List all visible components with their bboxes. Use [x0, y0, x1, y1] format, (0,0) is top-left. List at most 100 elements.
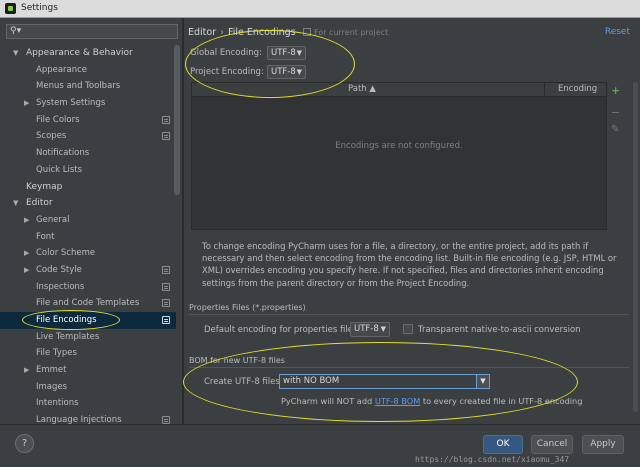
sidebar-item-file-code-templates[interactable]: File and Code Templates	[0, 295, 176, 312]
global-encoding-label: Global Encoding:	[190, 48, 262, 58]
transparent-native-ascii-label: Transparent native-to-ascii conversion	[418, 325, 581, 335]
expand-arrow-icon[interactable]: ▶	[24, 362, 29, 379]
content-scrollbar[interactable]	[633, 82, 638, 412]
bom-group-title: BOM for new UTF-8 files	[189, 356, 285, 365]
apply-button[interactable]: Apply	[582, 435, 624, 454]
group-divider	[189, 367, 629, 368]
window-title: Settings	[21, 3, 58, 13]
sidebar-item-label: System Settings	[36, 98, 106, 109]
sidebar-item-code-style[interactable]: ▶ Code Style	[0, 262, 176, 279]
sidebar-item-label: Color Scheme	[36, 248, 96, 259]
sidebar-item-scopes[interactable]: Scopes	[0, 128, 176, 145]
project-encoding-value: UTF-8	[271, 67, 296, 77]
sidebar-item-file-encodings[interactable]: File Encodings	[0, 312, 176, 329]
sidebar-item-label: Keymap	[26, 181, 63, 192]
search-icon: ⚲▾	[10, 26, 22, 36]
properties-encoding-select[interactable]: UTF-8 ▼	[350, 322, 390, 337]
dropdown-arrow-icon[interactable]: ▼	[476, 375, 489, 388]
table-empty-message: Encodings are not configured.	[335, 141, 463, 151]
expand-arrow-icon[interactable]: ▶	[24, 212, 29, 229]
sidebar-item-label: Appearance	[36, 64, 88, 75]
sidebar-item-intentions[interactable]: Intentions	[0, 395, 176, 412]
project-level-icon	[162, 265, 170, 274]
column-header-encoding[interactable]: Encoding	[558, 84, 597, 94]
breadcrumb-current: File Encodings	[227, 27, 296, 38]
table-header: Path ▲ Encoding	[192, 83, 606, 97]
breadcrumb: Editor › File Encodings	[188, 27, 296, 38]
encoding-mappings-table[interactable]: Path ▲ Encoding Encodings are not config…	[191, 82, 607, 230]
sidebar-item-label: Live Templates	[36, 331, 100, 342]
sidebar-item-editor[interactable]: ▼ Editor	[0, 195, 176, 212]
bom-note-suffix: to every created file in UTF-8 encoding	[422, 396, 583, 406]
settings-search-box[interactable]: ⚲▾	[6, 24, 178, 39]
sidebar-item-live-templates[interactable]: Live Templates	[0, 329, 176, 346]
sidebar-item-language-injections[interactable]: Language Injections	[0, 412, 176, 424]
project-encoding-select[interactable]: UTF-8 ▼	[267, 65, 306, 79]
cancel-button[interactable]: Cancel	[531, 435, 573, 454]
sidebar-item-label: Inspections	[36, 281, 85, 292]
project-level-icon	[162, 115, 170, 124]
add-mapping-button[interactable]: +	[611, 84, 620, 97]
sidebar-item-system-settings[interactable]: ▶ System Settings	[0, 95, 176, 112]
project-level-icon	[162, 132, 170, 141]
bom-note-prefix: PyCharm will NOT add	[281, 396, 373, 406]
sidebar-item-appearance[interactable]: Appearance	[0, 62, 176, 79]
create-utf8-bom-value: with NO BOM	[283, 376, 340, 386]
sidebar-item-label: Code Style	[36, 264, 82, 275]
sidebar-item-inspections[interactable]: Inspections	[0, 279, 176, 296]
sidebar-item-images[interactable]: Images	[0, 379, 176, 396]
sidebar-item-quick-lists[interactable]: Quick Lists	[0, 162, 176, 179]
sidebar-item-notifications[interactable]: Notifications	[0, 145, 176, 162]
utf8-bom-link[interactable]: UTF-8 BOM	[375, 396, 420, 406]
sidebar-item-file-types[interactable]: File Types	[0, 345, 176, 362]
encoding-help-text: To change encoding PyCharm uses for a fi…	[202, 241, 617, 288]
sidebar-item-label: Emmet	[36, 365, 67, 376]
edit-mapping-icon[interactable]: ✎	[611, 124, 619, 135]
global-encoding-select[interactable]: UTF-8 ▼	[267, 46, 306, 60]
help-button[interactable]: ?	[15, 434, 34, 453]
project-level-icon	[303, 28, 311, 36]
settings-sidebar: ⚲▾ ▼ Appearance & Behavior Appearance Me…	[0, 18, 183, 424]
settings-search-input[interactable]	[27, 26, 175, 37]
watermark-text: https://blog.csdn.net/xiaomu_347	[415, 455, 570, 464]
sidebar-item-color-scheme[interactable]: ▶ Color Scheme	[0, 245, 176, 262]
sidebar-item-label: File Colors	[36, 114, 80, 125]
ok-button[interactable]: OK	[483, 435, 523, 454]
sidebar-item-label: Quick Lists	[36, 164, 83, 175]
pycharm-app-icon	[5, 3, 16, 14]
sidebar-item-label: Font	[36, 231, 55, 242]
transparent-native-ascii-checkbox[interactable]	[403, 324, 413, 334]
dropdown-arrow-icon: ▼	[296, 49, 302, 57]
bom-note: PyCharm will NOT add UTF-8 BOM to every …	[281, 396, 582, 406]
sidebar-item-font[interactable]: Font	[0, 229, 176, 246]
properties-group-title: Properties Files (*.properties)	[189, 303, 306, 312]
expand-arrow-icon[interactable]: ▶	[24, 262, 29, 279]
dialog-footer: ? OK Cancel Apply https://blog.csdn.net/…	[0, 424, 640, 467]
sidebar-item-keymap[interactable]: Keymap	[0, 179, 176, 196]
sidebar-item-label: File Types	[36, 348, 77, 359]
create-utf8-bom-select[interactable]: with NO BOM ▼	[279, 374, 490, 389]
properties-encoding-value: UTF-8	[354, 324, 379, 334]
project-level-icon	[162, 316, 170, 324]
sidebar-scrollbar[interactable]	[174, 45, 180, 195]
expand-arrow-icon[interactable]: ▶	[24, 95, 29, 112]
expand-arrow-icon[interactable]: ▶	[24, 245, 29, 262]
breadcrumb-parent: Editor	[188, 27, 217, 38]
sidebar-item-menus-toolbars[interactable]: Menus and Toolbars	[0, 78, 176, 95]
project-encoding-label: Project Encoding:	[190, 67, 264, 77]
sidebar-item-emmet[interactable]: ▶ Emmet	[0, 362, 176, 379]
sidebar-item-general[interactable]: ▶ General	[0, 212, 176, 229]
reset-link[interactable]: Reset	[605, 27, 630, 37]
column-header-path[interactable]: Path ▲	[348, 84, 376, 94]
default-properties-encoding-label: Default encoding for properties files:	[204, 325, 361, 335]
window-titlebar: Settings	[0, 0, 640, 18]
project-scope-note-text: For current project	[314, 28, 389, 37]
sidebar-item-file-colors[interactable]: File Colors	[0, 112, 176, 129]
sidebar-item-appearance-behavior[interactable]: ▼ Appearance & Behavior	[0, 45, 176, 62]
dropdown-arrow-icon: ▼	[296, 68, 302, 76]
project-level-icon	[162, 416, 170, 424]
dropdown-arrow-icon: ▼	[380, 325, 386, 333]
expand-arrow-icon[interactable]: ▼	[13, 45, 18, 62]
expand-arrow-icon[interactable]: ▼	[13, 195, 18, 212]
remove-mapping-button[interactable]: −	[611, 106, 620, 119]
